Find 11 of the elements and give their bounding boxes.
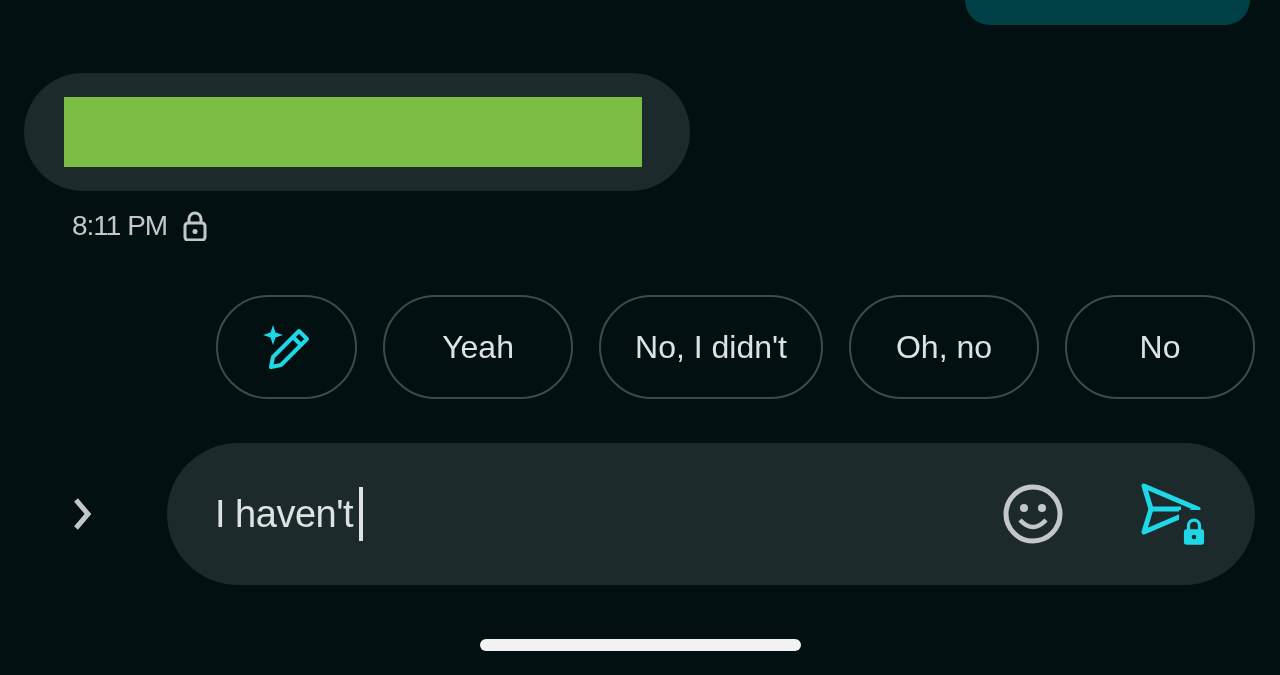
text-cursor bbox=[358, 487, 363, 541]
suggested-reply-chip[interactable]: Yeah bbox=[383, 295, 574, 399]
compose-suggestion-button[interactable] bbox=[216, 295, 358, 399]
message-time: 8:11 PM bbox=[72, 209, 168, 243]
message-input-field[interactable]: I haven't bbox=[215, 485, 1003, 543]
send-icon bbox=[1141, 482, 1201, 536]
suggested-reply-chip[interactable]: No bbox=[1065, 295, 1255, 399]
sparkle-pencil-icon bbox=[262, 323, 311, 371]
suggested-reply-chip[interactable]: No, I didn't bbox=[599, 295, 823, 399]
emoji-icon[interactable] bbox=[1003, 484, 1063, 544]
suggested-reply-chip[interactable]: Oh, no bbox=[849, 295, 1039, 399]
